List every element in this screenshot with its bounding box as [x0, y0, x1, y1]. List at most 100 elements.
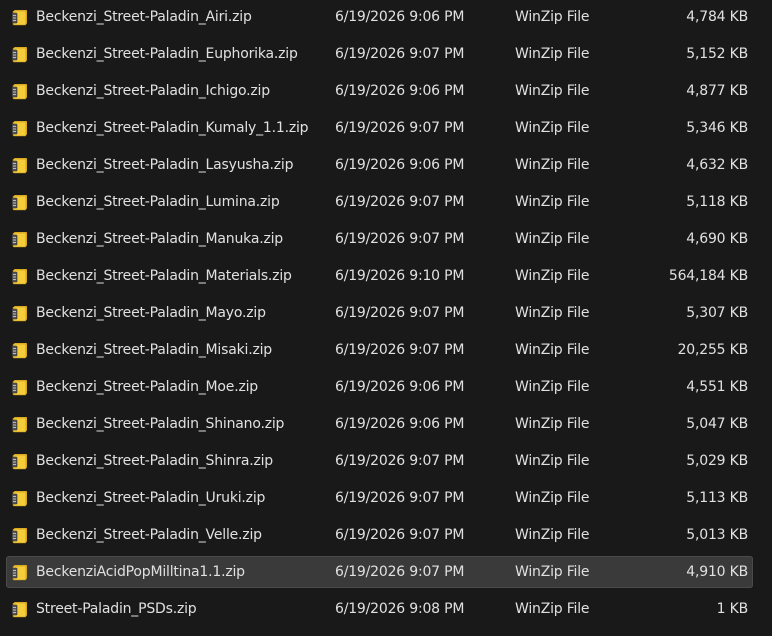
file-date-modified: 6/19/2026 9:07 PM: [335, 231, 465, 247]
file-type: WinZip File: [515, 83, 590, 99]
winzip-archive-icon: [11, 267, 29, 285]
file-list: Beckenzi_Street-Paladin_Airi.zip 6/19/202…: [0, 0, 772, 636]
file-size: 20,255 KB: [677, 342, 749, 358]
file-name: Beckenzi_Street-Paladin_Ichigo.zip: [36, 83, 270, 99]
file-row[interactable]: Beckenzi_Street-Paladin_Manuka.zip 6/19/2…: [6, 223, 753, 255]
file-row[interactable]: BeckenziAcidPopMilltina1.1.zip 6/19/2026 …: [6, 556, 753, 588]
file-row[interactable]: Beckenzi_Street-Paladin_Ichigo.zip 6/19/2…: [6, 75, 753, 107]
winzip-archive-icon: [11, 230, 29, 248]
winzip-archive-icon: [11, 452, 29, 470]
winzip-archive-icon: [11, 8, 29, 26]
file-type: WinZip File: [515, 416, 590, 432]
file-row[interactable]: Beckenzi_Street-Paladin_Airi.zip 6/19/202…: [6, 1, 753, 33]
file-type: WinZip File: [515, 527, 590, 543]
file-row[interactable]: Street-Paladin_PSDs.zip 6/19/2026 9:08 PM…: [6, 593, 753, 625]
winzip-archive-icon: [11, 82, 29, 100]
file-date-modified: 6/19/2026 9:07 PM: [335, 490, 465, 506]
file-type: WinZip File: [515, 601, 590, 617]
winzip-archive-icon: [11, 45, 29, 63]
file-name: Beckenzi_Street-Paladin_Materials.zip: [36, 268, 292, 284]
winzip-archive-icon: [11, 563, 29, 581]
winzip-archive-icon: [11, 341, 29, 359]
winzip-archive-icon: [11, 193, 29, 211]
file-size: 1 KB: [716, 601, 749, 617]
file-type: WinZip File: [515, 120, 590, 136]
winzip-archive-icon: [11, 156, 29, 174]
file-name: Beckenzi_Street-Paladin_Euphorika.zip: [36, 46, 298, 62]
file-date-modified: 6/19/2026 9:06 PM: [335, 83, 465, 99]
file-row[interactable]: Beckenzi_Street-Paladin_Lasyusha.zip 6/19…: [6, 149, 753, 181]
file-size: 5,029 KB: [686, 453, 748, 469]
file-row[interactable]: Beckenzi_Street-Paladin_Euphorika.zip 6/1…: [6, 38, 753, 70]
file-row[interactable]: Beckenzi_Street-Paladin_Misaki.zip 6/19/2…: [6, 334, 753, 366]
file-type: WinZip File: [515, 46, 590, 62]
winzip-archive-icon: [11, 600, 29, 618]
file-date-modified: 6/19/2026 9:08 PM: [335, 601, 465, 617]
file-size: 564,184 KB: [668, 268, 748, 284]
winzip-archive-icon: [11, 489, 29, 507]
file-date-modified: 6/19/2026 9:06 PM: [335, 157, 465, 173]
file-date-modified: 6/19/2026 9:10 PM: [335, 268, 465, 284]
file-row[interactable]: Beckenzi_Street-Paladin_Lumina.zip 6/19/2…: [6, 186, 753, 218]
file-row[interactable]: Beckenzi_Street-Paladin_Mayo.zip 6/19/202…: [6, 297, 753, 329]
file-size: 5,346 KB: [686, 120, 748, 136]
file-name: Beckenzi_Street-Paladin_Lasyusha.zip: [36, 157, 294, 173]
file-row[interactable]: Beckenzi_Street-Paladin_Velle.zip 6/19/20…: [6, 519, 753, 551]
file-row[interactable]: Beckenzi_Street-Paladin_Shinano.zip 6/19/…: [6, 408, 753, 440]
file-size: 5,047 KB: [686, 416, 748, 432]
file-type: WinZip File: [515, 157, 590, 173]
file-name: BeckenziAcidPopMilltina1.1.zip: [36, 564, 245, 580]
file-name: Beckenzi_Street-Paladin_Misaki.zip: [36, 342, 272, 358]
winzip-archive-icon: [11, 526, 29, 544]
file-size: 5,307 KB: [686, 305, 748, 321]
file-name: Beckenzi_Street-Paladin_Mayo.zip: [36, 305, 266, 321]
file-date-modified: 6/19/2026 9:07 PM: [335, 342, 465, 358]
file-row[interactable]: Beckenzi_Street-Paladin_Moe.zip 6/19/2026…: [6, 371, 753, 403]
file-date-modified: 6/19/2026 9:07 PM: [335, 46, 465, 62]
file-type: WinZip File: [515, 194, 590, 210]
file-size: 4,690 KB: [686, 231, 748, 247]
file-type: WinZip File: [515, 342, 590, 358]
file-size: 5,118 KB: [686, 194, 748, 210]
file-date-modified: 6/19/2026 9:07 PM: [335, 305, 465, 321]
file-name: Beckenzi_Street-Paladin_Shinra.zip: [36, 453, 273, 469]
winzip-archive-icon: [11, 415, 29, 433]
winzip-archive-icon: [11, 304, 29, 322]
file-date-modified: 6/19/2026 9:06 PM: [335, 9, 465, 25]
file-type: WinZip File: [515, 231, 590, 247]
file-size: 4,877 KB: [686, 83, 748, 99]
file-row[interactable]: Beckenzi_Street-Paladin_Kumaly_1.1.zip 6/…: [6, 112, 753, 144]
file-size: 5,013 KB: [686, 527, 748, 543]
winzip-archive-icon: [11, 119, 29, 137]
file-date-modified: 6/19/2026 9:07 PM: [335, 120, 465, 136]
file-type: WinZip File: [515, 453, 590, 469]
winzip-archive-icon: [11, 378, 29, 396]
file-size: 4,632 KB: [686, 157, 748, 173]
file-type: WinZip File: [515, 268, 590, 284]
file-date-modified: 6/19/2026 9:06 PM: [335, 416, 465, 432]
file-type: WinZip File: [515, 305, 590, 321]
file-size: 4,784 KB: [686, 9, 748, 25]
file-name: Beckenzi_Street-Paladin_Kumaly_1.1.zip: [36, 120, 309, 136]
file-row[interactable]: Beckenzi_Street-Paladin_Shinra.zip 6/19/2…: [6, 445, 753, 477]
file-name: Beckenzi_Street-Paladin_Velle.zip: [36, 527, 262, 543]
file-name: Beckenzi_Street-Paladin_Manuka.zip: [36, 231, 283, 247]
file-date-modified: 6/19/2026 9:07 PM: [335, 564, 465, 580]
file-name: Beckenzi_Street-Paladin_Shinano.zip: [36, 416, 285, 432]
file-name: Beckenzi_Street-Paladin_Moe.zip: [36, 379, 258, 395]
file-type: WinZip File: [515, 9, 590, 25]
file-size: 4,910 KB: [686, 564, 748, 580]
file-name: Beckenzi_Street-Paladin_Lumina.zip: [36, 194, 280, 210]
file-date-modified: 6/19/2026 9:07 PM: [335, 453, 465, 469]
file-date-modified: 6/19/2026 9:06 PM: [335, 379, 465, 395]
file-size: 5,152 KB: [686, 46, 748, 62]
file-row[interactable]: Beckenzi_Street-Paladin_Materials.zip 6/1…: [6, 260, 753, 292]
file-name: Beckenzi_Street-Paladin_Uruki.zip: [36, 490, 266, 506]
file-row[interactable]: Beckenzi_Street-Paladin_Uruki.zip 6/19/20…: [6, 482, 753, 514]
file-name: Beckenzi_Street-Paladin_Airi.zip: [36, 9, 252, 25]
file-date-modified: 6/19/2026 9:07 PM: [335, 527, 465, 543]
file-size: 5,113 KB: [686, 490, 748, 506]
file-type: WinZip File: [515, 379, 590, 395]
file-type: WinZip File: [515, 564, 590, 580]
file-size: 4,551 KB: [686, 379, 748, 395]
